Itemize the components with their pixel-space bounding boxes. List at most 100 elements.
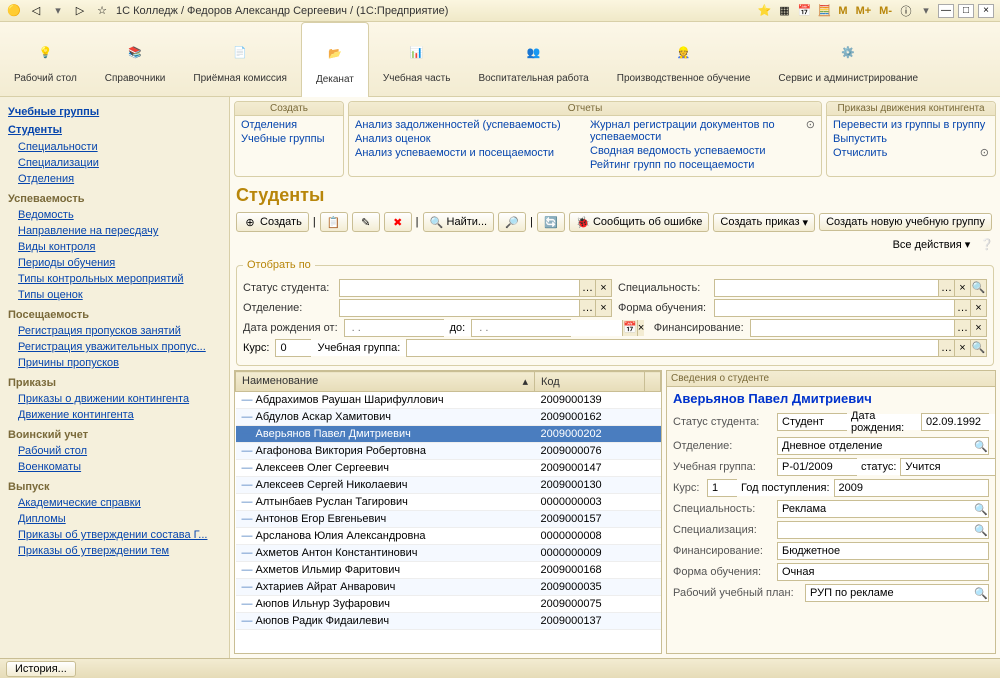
help-icon[interactable]: ❔ <box>980 238 994 251</box>
reports-more-icon[interactable]: ⊙ <box>806 118 815 172</box>
table-row[interactable]: — Ахметов Антон Константинович0000000009 <box>236 545 661 562</box>
ribbon-education[interactable]: 📊Учебная часть <box>369 22 465 96</box>
m-minus-button[interactable]: M- <box>877 5 894 17</box>
filter-status-input[interactable]: …× <box>339 279 612 297</box>
create-dept-link[interactable]: Отделения <box>241 118 337 132</box>
nav-link[interactable]: Регистрация уважительных пропус... <box>8 339 221 355</box>
table-row[interactable]: — Агафонова Виктория Робертовна200900007… <box>236 443 661 460</box>
pick-icon[interactable]: … <box>579 280 595 296</box>
nav-fwd-icon[interactable]: ▷ <box>72 3 88 19</box>
ribbon-service[interactable]: ⚙️Сервис и администрирование <box>764 22 932 96</box>
ribbon-production[interactable]: 👷Производственное обучение <box>603 22 765 96</box>
order-transfer-link[interactable]: Перевести из группы в группу <box>833 118 989 132</box>
d-course-input[interactable] <box>707 479 737 497</box>
grid-icon[interactable]: ▦ <box>776 3 792 19</box>
info-icon[interactable]: ⓘ <box>898 3 914 19</box>
nav-link[interactable]: Приказы об утверждении состава Г... <box>8 527 221 543</box>
clear-icon[interactable]: × <box>595 280 611 296</box>
table-row[interactable]: — Аверьянов Павел Дмитриевич2009000202 <box>236 426 661 443</box>
order-expel-link[interactable]: Отчислить <box>833 146 980 160</box>
m-plus-button[interactable]: M+ <box>854 5 874 17</box>
pick-icon[interactable]: … <box>954 320 970 336</box>
d-specz-input[interactable]: 🔍 <box>777 521 989 539</box>
ribbon-upbringing[interactable]: 👥Воспитательная работа <box>464 22 602 96</box>
nav-link[interactable]: Причины пропусков <box>8 355 221 371</box>
create-groups-link[interactable]: Учебные группы <box>241 132 337 146</box>
nav-back-icon[interactable]: ◁ <box>28 3 44 19</box>
table-row[interactable]: — Антонов Егор Евгеньевич2009000157 <box>236 511 661 528</box>
d-dept-input[interactable]: 🔍 <box>777 437 989 455</box>
report-link[interactable]: Анализ задолженностей (успеваемость) <box>355 118 580 132</box>
report-link[interactable]: Рейтинг групп по посещаемости <box>590 158 806 172</box>
table-row[interactable]: — Алексеев Сергей Николаевич2009000130 <box>236 477 661 494</box>
find-button[interactable]: 🔍Найти... <box>423 212 495 232</box>
nav-link[interactable]: Дипломы <box>8 511 221 527</box>
report-link[interactable]: Журнал регистрации документов по успевае… <box>590 118 806 144</box>
report-link[interactable]: Анализ оценок <box>355 132 580 146</box>
table-row[interactable]: — Абдулов Аскар Хамитович2009000162 <box>236 409 661 426</box>
nav-groups[interactable]: Учебные группы <box>8 103 221 121</box>
clear-icon[interactable]: × <box>595 300 611 316</box>
history-button[interactable]: История... <box>6 661 76 677</box>
ribbon-admission[interactable]: 📄Приёмная комиссия <box>179 22 301 96</box>
clear-icon[interactable]: × <box>970 320 986 336</box>
close-button[interactable]: × <box>978 4 994 18</box>
pick-icon[interactable]: … <box>938 280 954 296</box>
filter-fund-input[interactable]: …× <box>750 319 987 337</box>
col-name[interactable]: Наименование ▴ <box>236 372 535 392</box>
table-row[interactable]: — Аюпов Радик Фидаилевич2009000137 <box>236 613 661 630</box>
search-icon[interactable]: 🔍 <box>970 340 986 356</box>
fav-icon[interactable]: ⭐ <box>756 3 772 19</box>
create-button[interactable]: ⊕Создать <box>236 212 309 232</box>
nav-link[interactable]: Специализации <box>8 155 221 171</box>
search-icon[interactable]: 🔍 <box>970 280 986 296</box>
nav-link[interactable]: Регистрация пропусков занятий <box>8 323 221 339</box>
nav-link[interactable]: Движение контингента <box>8 407 221 423</box>
nav-link[interactable]: Периоды обучения <box>8 255 221 271</box>
search-icon[interactable]: 🔍 <box>974 503 988 516</box>
filter-group-input[interactable]: …×🔍 <box>406 339 987 357</box>
filter-birth-from-input[interactable]: 📅× <box>344 319 444 337</box>
d-gstatus-input[interactable] <box>900 458 996 476</box>
create-order-button[interactable]: Создать приказ ▾ <box>713 213 815 232</box>
nav-dropdown[interactable]: ▾ <box>50 3 66 19</box>
calendar-icon[interactable]: 📅 <box>622 320 637 336</box>
copy-button[interactable]: 📋 <box>320 212 348 232</box>
table-row[interactable]: — Арсланова Юлия Александровна0000000008 <box>236 528 661 545</box>
clear-icon[interactable]: × <box>954 280 970 296</box>
calc-icon[interactable]: 🧮 <box>816 3 832 19</box>
delete-button[interactable]: ✖ <box>384 212 412 232</box>
pick-icon[interactable]: … <box>579 300 595 316</box>
filter-form-input[interactable]: …× <box>714 299 987 317</box>
d-plan-input[interactable]: 🔍 <box>805 584 989 602</box>
search-icon[interactable]: 🔍 <box>974 524 988 537</box>
clear-icon[interactable]: × <box>637 320 644 336</box>
minimize-button[interactable]: — <box>938 4 954 18</box>
nav-students[interactable]: Студенты <box>8 121 221 139</box>
d-birth-input[interactable] <box>921 413 989 431</box>
report-link[interactable]: Анализ успеваемости и посещаемости <box>355 146 580 160</box>
students-table[interactable]: Наименование ▴ Код — Абдрахимов Раушан Ш… <box>234 370 662 654</box>
nav-link[interactable]: Рабочий стол <box>8 443 221 459</box>
all-actions-button[interactable]: Все действия ▾ <box>887 236 977 253</box>
report-error-button[interactable]: 🐞Сообщить об ошибке <box>569 212 709 232</box>
refresh-button[interactable]: 🔄 <box>537 212 565 232</box>
d-form-input[interactable] <box>777 563 989 581</box>
table-row[interactable]: — Алтынбаев Руслан Тагирович0000000003 <box>236 494 661 511</box>
info-dropdown[interactable]: ▾ <box>918 3 934 19</box>
nav-link[interactable]: Военкоматы <box>8 459 221 475</box>
search-icon[interactable]: 🔍 <box>974 440 988 453</box>
nav-link[interactable]: Направление на пересдачу <box>8 223 221 239</box>
ribbon-desktop[interactable]: 💡Рабочий стол <box>0 22 91 96</box>
d-group-input[interactable]: 🔍 <box>777 458 857 476</box>
pick-icon[interactable]: … <box>938 340 954 356</box>
orders-more-icon[interactable]: ⊙ <box>980 146 989 160</box>
calendar-icon[interactable]: 📅 <box>796 3 812 19</box>
clear-icon[interactable]: × <box>970 300 986 316</box>
create-group-button[interactable]: Создать новую учебную группу <box>819 213 992 231</box>
table-row[interactable]: — Аюпов Ильнур Зуфарович2009000075 <box>236 596 661 613</box>
nav-link[interactable]: Типы оценок <box>8 287 221 303</box>
col-code[interactable]: Код <box>535 372 645 392</box>
m-button[interactable]: M <box>836 5 849 17</box>
pick-icon[interactable]: … <box>954 300 970 316</box>
